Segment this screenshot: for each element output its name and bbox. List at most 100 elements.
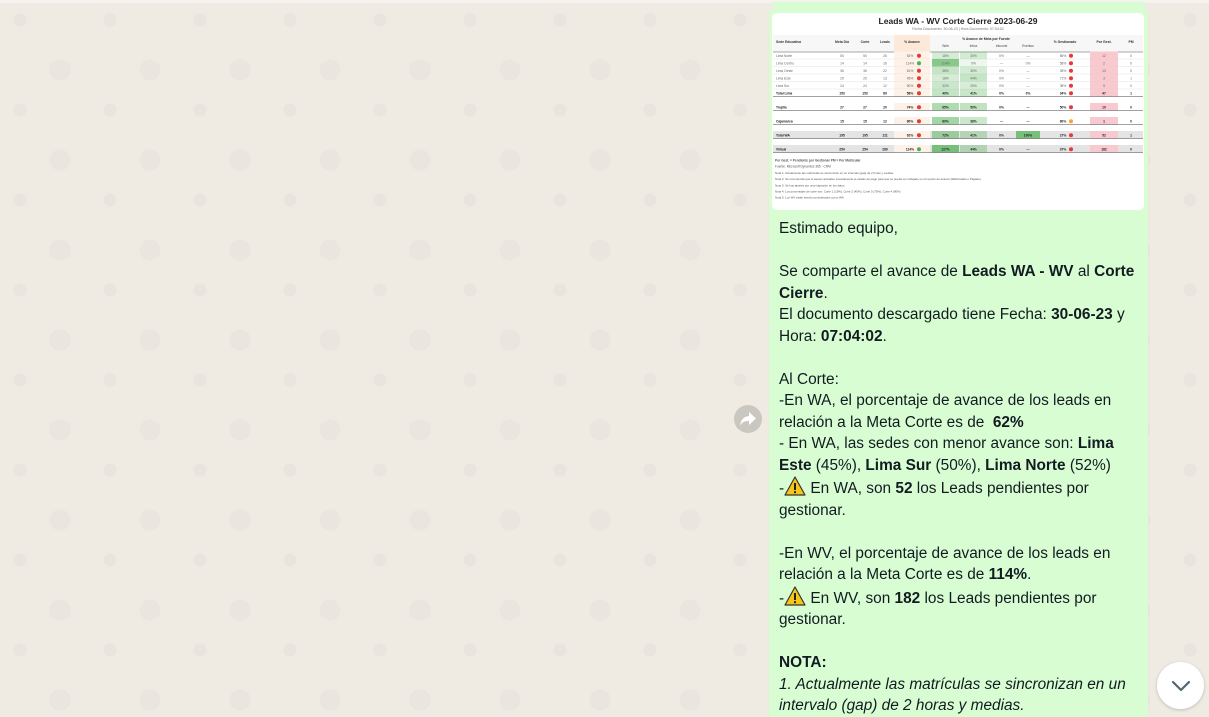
status-dot bbox=[1069, 83, 1073, 88]
table-header-cell: PM bbox=[1128, 40, 1133, 44]
table-subheader-cell: Inbox bbox=[970, 44, 978, 48]
table-cell: 114% bbox=[906, 148, 914, 152]
wa-progress-line: -En WA, el porcentaje de avance de los l… bbox=[779, 392, 1116, 431]
table-cell: 14 bbox=[863, 62, 867, 66]
table-cell: 32% bbox=[942, 84, 949, 88]
table-cell: 58% bbox=[907, 92, 914, 96]
table-cell: 0% bbox=[999, 148, 1004, 152]
status-dot bbox=[917, 91, 921, 96]
table-cell: 114% bbox=[941, 62, 949, 66]
status-dot bbox=[917, 147, 921, 152]
table-header-group: % Avance de Meta por Fuente bbox=[962, 37, 1010, 41]
table-cell: 0% bbox=[999, 69, 1004, 73]
table-cell: 40% bbox=[942, 92, 949, 96]
table-cell: Total WA bbox=[776, 134, 790, 138]
table-cell: 18% bbox=[942, 77, 949, 81]
greeting: Estimado equipo, bbox=[779, 220, 898, 237]
table-cell: 0 bbox=[1130, 54, 1132, 58]
status-dot bbox=[1069, 76, 1073, 81]
forward-button[interactable] bbox=[734, 405, 762, 433]
report-table: Sede Educativa Meta Día Corte Leads % Avance… bbox=[773, 35, 1143, 200]
table-cell: Lima Este bbox=[776, 77, 791, 81]
table-cell: 36 bbox=[840, 69, 844, 73]
table-cell: 254 bbox=[839, 148, 845, 152]
table-cell: 3 bbox=[1103, 77, 1105, 81]
table-cell: — bbox=[1026, 120, 1030, 124]
table-cell: 72% bbox=[942, 134, 949, 138]
table-cell: 13 bbox=[1102, 69, 1106, 73]
table-cell: 50% bbox=[970, 106, 977, 110]
table-cell: 153 bbox=[839, 92, 845, 96]
table-header-cell: Meta Día bbox=[835, 40, 849, 44]
table-note: Fuente: Microsoft Dynamics 365 - CRM bbox=[775, 165, 831, 169]
table-cell: 0% bbox=[999, 134, 1004, 138]
table-cell: 71% bbox=[1060, 77, 1067, 81]
table-header-cell: Corte bbox=[861, 40, 870, 44]
status-dot bbox=[1069, 105, 1073, 110]
table-cell: 89 bbox=[883, 92, 887, 96]
status-dot bbox=[1069, 133, 1073, 138]
status-dot bbox=[917, 133, 921, 138]
table-cell: 80% bbox=[942, 120, 949, 124]
table-cell: 22 bbox=[883, 69, 887, 73]
chevron-down-icon bbox=[1171, 680, 1190, 691]
report-image[interactable]: Leads WA - WV Corte Cierre 2023-06-29 Fe… bbox=[772, 13, 1144, 210]
status-dot bbox=[917, 76, 921, 81]
table-cell: 37% bbox=[1060, 148, 1067, 152]
document-line: El documento descargado tiene Fecha: 30-… bbox=[779, 306, 1125, 345]
table-header-cell: % Avance bbox=[904, 40, 920, 44]
table-cell: 12 bbox=[883, 84, 887, 88]
table-cell: 2 bbox=[1103, 62, 1105, 66]
table-cell: 56% bbox=[1060, 54, 1067, 58]
table-header-cell: Sede Educativa bbox=[776, 40, 801, 44]
table-cell: 0% bbox=[1026, 92, 1031, 96]
table-cell: 16 bbox=[883, 62, 887, 66]
table-subheader-cell: Eventos bbox=[1022, 44, 1034, 48]
table-note: Nota 2: Se recomienda que el asesor actu… bbox=[775, 177, 982, 181]
status-dot bbox=[1069, 68, 1073, 73]
status-dot bbox=[917, 105, 921, 110]
status-dot bbox=[1069, 61, 1073, 66]
table-cell: 52 bbox=[1102, 134, 1106, 138]
table-cell: 20 bbox=[883, 106, 887, 110]
table-cell: 50% bbox=[907, 84, 914, 88]
message-text: Estimado equipo, Se comparte el avance d… bbox=[779, 218, 1141, 717]
table-cell: 10 bbox=[1102, 106, 1106, 110]
table-cell: 1 bbox=[1130, 134, 1132, 138]
scroll-down-button[interactable] bbox=[1157, 662, 1204, 709]
table-cell: Virtual bbox=[776, 148, 786, 152]
status-dot bbox=[1069, 147, 1073, 152]
table-cell: Lima Norte bbox=[776, 54, 792, 58]
table-cell: Trujillo bbox=[776, 106, 787, 110]
status-dot bbox=[1069, 119, 1073, 124]
table-cell: 62% bbox=[907, 134, 914, 138]
table-header-cell: % Gestionado bbox=[1054, 40, 1077, 44]
table-cell: 0% bbox=[971, 62, 976, 66]
table-cell: — bbox=[1000, 120, 1004, 124]
table-cell: 1 bbox=[1130, 77, 1132, 81]
wa-low-sites-line: - En WA, las sedes con menor avance son:… bbox=[779, 435, 1114, 474]
table-cell: 29 bbox=[840, 77, 844, 81]
table-cell: 0 bbox=[1130, 62, 1132, 66]
table-cell: Total Lima bbox=[776, 92, 792, 96]
table-cell: 0 bbox=[1130, 69, 1132, 73]
table-cell: 52% bbox=[907, 54, 914, 58]
table-header-cell: Leads bbox=[880, 40, 890, 44]
table-cell: 195 bbox=[862, 134, 868, 138]
table-cell: 100% bbox=[1024, 134, 1033, 138]
status-dot bbox=[917, 68, 921, 73]
table-cell: 0 bbox=[1130, 148, 1132, 152]
status-dot bbox=[917, 61, 921, 66]
wv-progress-line: -En WV, el porcentaje de avance de los l… bbox=[779, 544, 1111, 584]
table-cell: 24 bbox=[840, 84, 844, 88]
table-cell: 1 bbox=[1130, 92, 1132, 96]
status-dot bbox=[917, 119, 921, 124]
table-cell: 41% bbox=[970, 134, 977, 138]
nota-1: 1. Actualmente las matrículas se sincron… bbox=[779, 675, 1126, 715]
table-cell: 1 bbox=[1103, 120, 1105, 124]
table-header-cell: Por Gest. bbox=[1096, 40, 1111, 44]
table-cell: 182 bbox=[1101, 148, 1107, 152]
table-cell: 38% bbox=[1060, 84, 1067, 88]
message-bubble[interactable]: Leads WA - WV Corte Cierre 2023-06-29 Fe… bbox=[769, 8, 1148, 717]
table-cell: 26 bbox=[883, 54, 887, 58]
